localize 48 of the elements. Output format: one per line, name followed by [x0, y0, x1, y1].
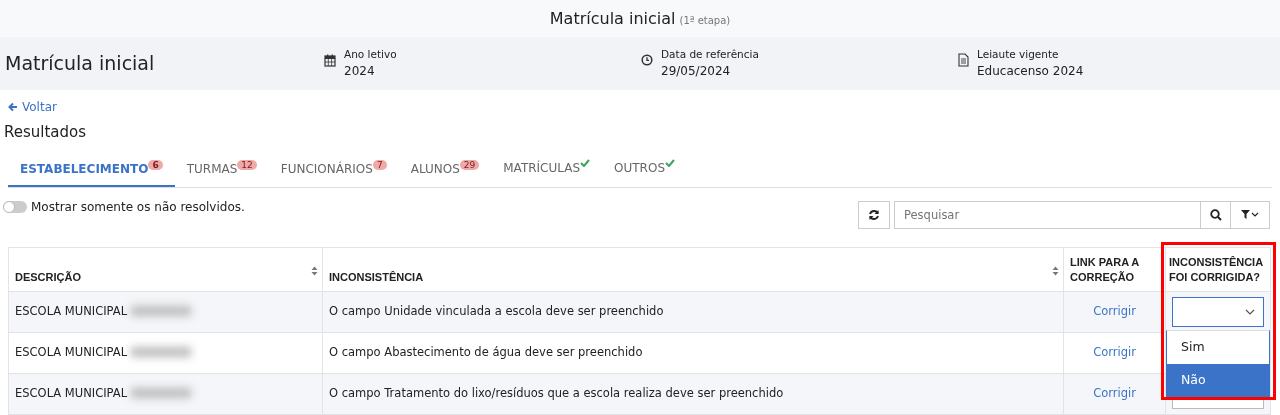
count-badge: 7	[372, 159, 387, 170]
info-label: Leiaute vigente	[977, 46, 1060, 62]
filter-icon	[1240, 209, 1260, 220]
count-badge: 29	[459, 159, 480, 170]
tab[interactable]: OUTROS	[602, 151, 687, 187]
table-cell: O campo Tratamento do lixo/resíduos que a escola realiza deve ser preenchido	[329, 385, 784, 400]
select-field[interactable]	[1172, 296, 1264, 327]
tab[interactable]: FUNCIONÁRIOS $^{7}$	[268, 151, 399, 187]
tab[interactable]: ESTABELECIMENTO $^{6}$	[8, 151, 175, 187]
table-cell: ESCOLA MUNICIPAL	[15, 385, 128, 400]
tab[interactable]: TURMAS $^{12}$	[174, 151, 269, 187]
document-icon	[958, 53, 969, 68]
count-badge: 6	[148, 159, 163, 170]
info-label: Data de referência	[661, 46, 759, 62]
correct-link[interactable]: Corrigir	[1093, 303, 1136, 318]
page-subtitle: (1ª etapa)	[679, 14, 731, 28]
column-header[interactable]: DESCRIÇÃO	[15, 269, 81, 285]
refresh-icon	[868, 208, 880, 221]
chevron-down-icon	[1245, 308, 1255, 315]
toggle-label: Mostrar somente os não resolvidos.	[31, 198, 245, 216]
arrow-left-icon	[8, 102, 18, 112]
toggle-switch[interactable]	[3, 200, 27, 213]
page-title: Matrícula inicial	[549, 7, 676, 30]
info-value: 2024	[344, 63, 376, 81]
table-cell: ESCOLA MUNICIPAL	[15, 303, 128, 318]
refresh-button[interactable]	[858, 200, 890, 229]
search-field[interactable]: Pesquisar	[894, 200, 1201, 229]
column-header[interactable]: INCONSISTÊNCIA	[329, 269, 424, 285]
info-value: Educacenso 2024	[977, 63, 1084, 81]
calendar-icon	[324, 53, 336, 67]
filter-button[interactable]	[1231, 200, 1270, 229]
table-cell: ESCOLA MUNICIPAL	[15, 344, 128, 359]
search-button[interactable]	[1201, 200, 1231, 229]
tab[interactable]: ALUNOS $^{29}$	[398, 151, 492, 187]
section-title: Resultados	[4, 123, 87, 141]
correct-link[interactable]: Corrigir	[1093, 385, 1136, 400]
table-cell: O campo Abastecimento de água deve ser preenchido	[329, 344, 643, 359]
header-title: Matrícula inicial	[5, 51, 156, 77]
info-label: Ano letivo	[344, 46, 397, 62]
tab[interactable]: MATRÍCULAS	[491, 151, 603, 187]
clock-icon	[641, 54, 653, 67]
back-link[interactable]: Voltar	[8, 98, 57, 116]
correct-link[interactable]: Corrigir	[1093, 344, 1136, 359]
table-cell: O campo Unidade vinculada a escola deve ser preenchido	[329, 303, 664, 318]
count-badge: 12	[237, 159, 257, 170]
info-value: 29/05/2024	[661, 63, 732, 81]
dropdown-option[interactable]: Não	[1167, 363, 1269, 397]
search-icon	[1209, 208, 1222, 221]
